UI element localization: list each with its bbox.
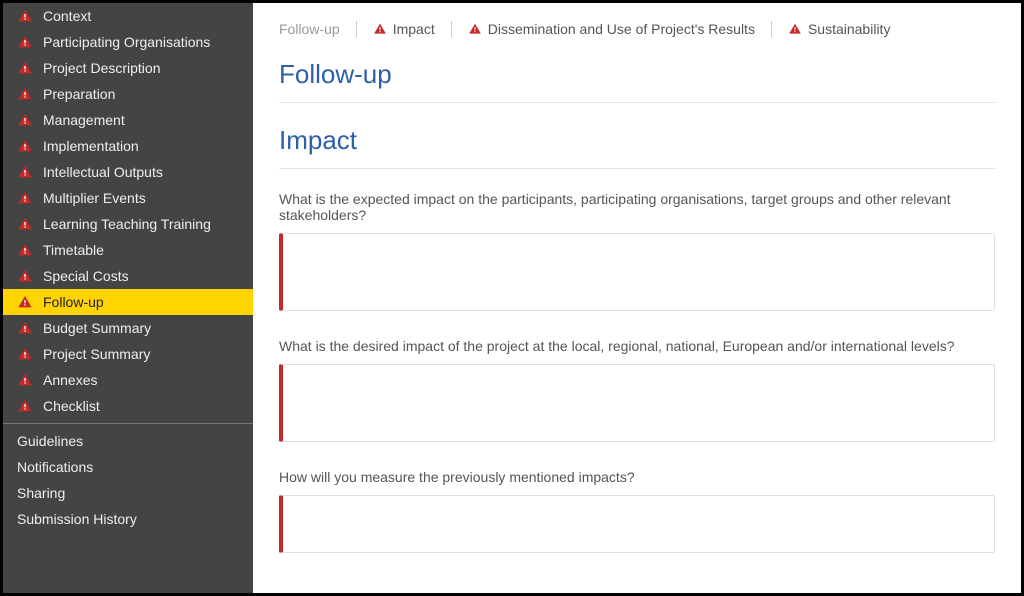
warning-triangle-icon <box>17 8 33 24</box>
tab-follow-up[interactable]: Follow-up <box>279 21 356 37</box>
sidebar-item-label: Management <box>43 112 125 128</box>
sidebar-item-label: Follow-up <box>43 294 104 310</box>
sidebar-item-participating-organisations[interactable]: Participating Organisations <box>3 29 253 55</box>
sidebar-item-annexes[interactable]: Annexes <box>3 367 253 393</box>
sidebar-item-label: Learning Teaching Training <box>43 216 211 232</box>
sidebar-item-label: Project Description <box>43 60 161 76</box>
warning-triangle-icon <box>17 346 33 362</box>
sidebar-link-submission-history[interactable]: Submission History <box>3 506 253 532</box>
sidebar-item-label: Timetable <box>43 242 104 258</box>
tab-dissemination-and-use-of-project-s-results[interactable]: Dissemination and Use of Project's Resul… <box>451 21 771 37</box>
warning-triangle-icon <box>373 22 387 36</box>
warning-triangle-icon <box>17 216 33 232</box>
sidebar-item-follow-up[interactable]: Follow-up <box>3 289 253 315</box>
sidebar-link-sharing[interactable]: Sharing <box>3 480 253 506</box>
heading-impact: Impact <box>279 125 995 156</box>
sidebar-item-checklist[interactable]: Checklist <box>3 393 253 419</box>
sidebar-link-label: Sharing <box>17 485 65 501</box>
warning-triangle-icon <box>17 60 33 76</box>
warning-triangle-icon <box>17 268 33 284</box>
tab-impact[interactable]: Impact <box>356 21 451 37</box>
sidebar-item-label: Budget Summary <box>43 320 151 336</box>
sidebar-link-guidelines[interactable]: Guidelines <box>3 428 253 454</box>
question-3: How will you measure the previously ment… <box>279 469 995 485</box>
warning-triangle-icon <box>17 398 33 414</box>
sidebar-secondary: Guidelines Notifications Sharing Submission… <box>3 423 253 532</box>
tab-label: Impact <box>393 21 435 37</box>
sidebar-item-label: Preparation <box>43 86 115 102</box>
sidebar-item-label: Context <box>43 8 91 24</box>
divider <box>279 168 995 169</box>
question-1: What is the expected impact on the parti… <box>279 191 995 223</box>
sidebar-item-label: Multiplier Events <box>43 190 146 206</box>
tab-label: Dissemination and Use of Project's Resul… <box>488 21 755 37</box>
sidebar-item-budget-summary[interactable]: Budget Summary <box>3 315 253 341</box>
sidebar-link-notifications[interactable]: Notifications <box>3 454 253 480</box>
sidebar-item-learning-teaching-training[interactable]: Learning Teaching Training <box>3 211 253 237</box>
answer-1-field[interactable] <box>279 233 995 311</box>
sidebar-item-preparation[interactable]: Preparation <box>3 81 253 107</box>
sidebar-item-label: Project Summary <box>43 346 150 362</box>
sidebar-item-label: Annexes <box>43 372 97 388</box>
answer-2-field[interactable] <box>279 364 995 442</box>
sidebar-item-label: Special Costs <box>43 268 129 284</box>
warning-triangle-icon <box>17 294 33 310</box>
warning-triangle-icon <box>17 34 33 50</box>
tab-sustainability[interactable]: Sustainability <box>771 21 907 37</box>
sidebar-item-project-description[interactable]: Project Description <box>3 55 253 81</box>
tab-label: Follow-up <box>279 21 340 37</box>
sidebar-item-implementation[interactable]: Implementation <box>3 133 253 159</box>
sidebar-nav: Context Participating Organisations Projec… <box>3 3 253 419</box>
sidebar-item-label: Checklist <box>43 398 100 414</box>
sidebar-link-label: Notifications <box>17 459 93 475</box>
heading-followup: Follow-up <box>279 59 995 90</box>
sidebar-item-label: Intellectual Outputs <box>43 164 163 180</box>
sidebar: Context Participating Organisations Projec… <box>3 3 253 593</box>
warning-triangle-icon <box>17 372 33 388</box>
sidebar-item-project-summary[interactable]: Project Summary <box>3 341 253 367</box>
sidebar-item-timetable[interactable]: Timetable <box>3 237 253 263</box>
sidebar-link-label: Submission History <box>17 511 137 527</box>
sidebar-item-multiplier-events[interactable]: Multiplier Events <box>3 185 253 211</box>
sidebar-item-special-costs[interactable]: Special Costs <box>3 263 253 289</box>
sidebar-item-label: Participating Organisations <box>43 34 210 50</box>
warning-triangle-icon <box>788 22 802 36</box>
section-tabs: Follow-up Impact Dissemination and Use of … <box>279 21 995 37</box>
warning-triangle-icon <box>468 22 482 36</box>
warning-triangle-icon <box>17 164 33 180</box>
warning-triangle-icon <box>17 138 33 154</box>
warning-triangle-icon <box>17 242 33 258</box>
sidebar-item-context[interactable]: Context <box>3 3 253 29</box>
divider <box>279 102 995 103</box>
main-content: Follow-up Impact Dissemination and Use of … <box>253 3 1021 593</box>
sidebar-link-label: Guidelines <box>17 433 83 449</box>
tab-label: Sustainability <box>808 21 891 37</box>
question-2: What is the desired impact of the projec… <box>279 338 995 354</box>
warning-triangle-icon <box>17 320 33 336</box>
sidebar-item-intellectual-outputs[interactable]: Intellectual Outputs <box>3 159 253 185</box>
warning-triangle-icon <box>17 112 33 128</box>
sidebar-item-management[interactable]: Management <box>3 107 253 133</box>
answer-3-field[interactable] <box>279 495 995 553</box>
warning-triangle-icon <box>17 190 33 206</box>
warning-triangle-icon <box>17 86 33 102</box>
sidebar-item-label: Implementation <box>43 138 139 154</box>
